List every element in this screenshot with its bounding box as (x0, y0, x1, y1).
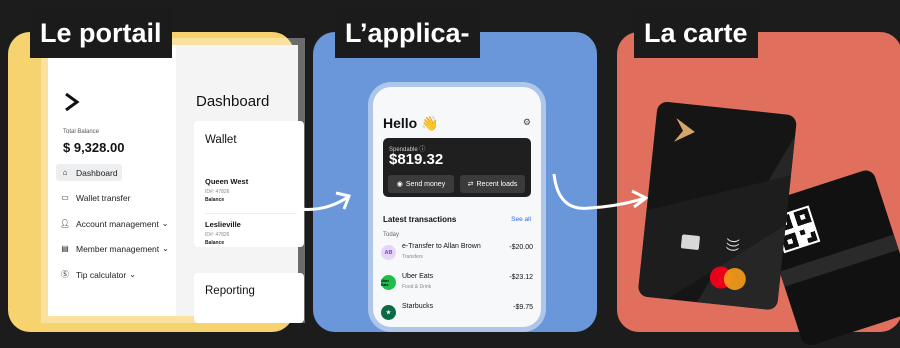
dollar-icon: Ⓢ (61, 270, 69, 279)
transaction-row[interactable]: Uber Eats Uber Eats Food & Drink -$23.12 (381, 273, 533, 295)
home-icon: ⌂ (62, 168, 68, 177)
nav-item-account-management[interactable]: 👤︎ Account management ⌄ (56, 215, 172, 232)
contactless-icon: ))) (725, 237, 742, 253)
account-id: ID#: 47826 (205, 189, 230, 195)
portal-section-label: Le portail (30, 8, 172, 58)
nav-item-label: Dashboard (76, 167, 118, 178)
arrow-icon (287, 191, 352, 211)
reporting-title: Reporting (205, 285, 255, 297)
nav-item-member-management[interactable]: ▤ Member management ⌄ (56, 240, 173, 257)
chevron-down-icon: ⌄ (129, 270, 136, 279)
transaction-category: Food & Drink (402, 284, 432, 290)
transaction-row[interactable]: AB e-Transfer to Allan Brown Transfers -… (381, 243, 533, 265)
account-name[interactable]: Queen West (205, 177, 248, 186)
card-section-label: La carte (634, 8, 758, 58)
account-name[interactable]: Leslieville (205, 220, 241, 229)
card-icon: ▤ (61, 244, 69, 253)
see-all-link[interactable]: See all (511, 216, 531, 223)
total-balance-label: Total Balance (63, 129, 100, 135)
mastercard-icon (708, 265, 747, 292)
arrow-icon (552, 173, 649, 210)
recent-loads-button[interactable]: ⇄ Recent loads (460, 175, 525, 193)
nav-item-wallet-transfer[interactable]: ▭ Wallet transfer (56, 189, 134, 206)
card-front-image: ))) (637, 101, 798, 311)
brand-logo-icon (65, 93, 80, 111)
transaction-name: Uber Eats (402, 273, 434, 280)
account-balance-label: Balance (205, 197, 225, 203)
phone-app-screenshot: Hello 👋 ⚙ Spendable ⓘ $819.32 ◉ Send mon… (373, 87, 541, 327)
send-money-label: Send money (405, 180, 446, 188)
portal-sidebar: Total Balance $ 9,328.00 ⌂ Dashboard ▭ W… (48, 45, 176, 316)
avatar: AB (381, 245, 396, 260)
gear-icon[interactable]: ⚙ (523, 117, 531, 128)
chevron-down-icon: ⌄ (162, 244, 169, 253)
spendable-card: Spendable ⓘ $819.32 ◉ Send money ⇄ Recen… (383, 138, 531, 197)
transaction-name: e-Transfer to Allan Brown (402, 243, 481, 250)
transaction-amount: -$23.12 (509, 274, 533, 281)
chip-icon (680, 234, 701, 251)
chevron-down-icon: ⌄ (161, 219, 169, 228)
nav-item-tip-calculator[interactable]: Ⓢ Tip calculator ⌄ (56, 266, 140, 283)
transaction-category: Transfers (402, 254, 423, 260)
wallet-card: Wallet Queen West ID#: 47826 Balance Les… (194, 121, 304, 247)
avatar: Uber Eats (381, 275, 396, 290)
recent-loads-label: Recent loads (476, 180, 518, 188)
transaction-row[interactable]: ★ Starbucks -$9.75 (381, 303, 533, 325)
transaction-name: Starbucks (402, 303, 434, 310)
portal-screenshot: Total Balance $ 9,328.00 ⌂ Dashboard ▭ W… (48, 45, 304, 323)
account-id: ID#: 47826 (205, 232, 230, 238)
page-title: Dashboard (196, 93, 270, 110)
nav-item-label: Member management (76, 243, 160, 254)
nav-item-label: Wallet transfer (76, 192, 131, 203)
account-balance-label: Balance (205, 240, 225, 246)
user-icon: 👤︎ (59, 219, 71, 228)
avatar: ★ (381, 305, 396, 320)
date-group-label: Today (383, 232, 400, 238)
send-icon: ◉ (396, 181, 403, 188)
send-money-button[interactable]: ◉ Send money (388, 175, 454, 193)
app-section-label: L’applica- (335, 8, 480, 58)
nav-item-label: Account management (76, 218, 159, 229)
wallet-icon: ▭ (61, 193, 69, 202)
transaction-amount: -$20.00 (509, 244, 533, 251)
total-balance-value: $ 9,328.00 (63, 140, 125, 155)
portal-main: Dashboard Wallet Queen West ID#: 47826 B… (176, 45, 304, 323)
divider (205, 213, 297, 214)
spendable-value: $819.32 (389, 151, 444, 168)
nav-item-dashboard[interactable]: ⌂ Dashboard (56, 164, 122, 181)
transaction-amount: -$9.75 (513, 304, 533, 311)
latest-transactions-title: Latest transactions (383, 215, 457, 224)
wallet-title: Wallet (205, 134, 237, 146)
nav-item-label: Tip calculator (76, 269, 127, 280)
brand-logo-icon (673, 118, 695, 142)
greeting: Hello 👋 (383, 115, 439, 131)
loads-icon: ⇄ (467, 181, 474, 188)
